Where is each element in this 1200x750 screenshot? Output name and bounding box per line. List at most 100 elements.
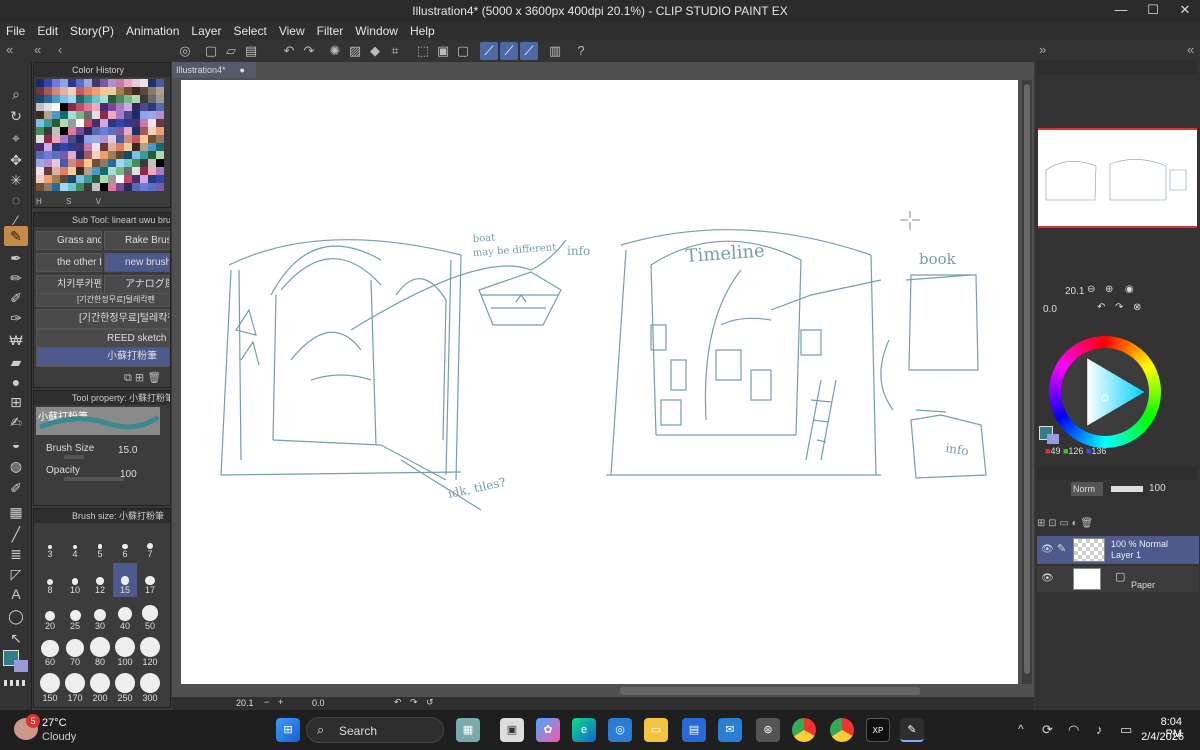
- color-history-swatch[interactable]: [84, 183, 92, 191]
- outlook-icon[interactable]: ✉: [718, 718, 742, 742]
- sync-icon[interactable]: ⟳: [1042, 722, 1053, 738]
- menu-window[interactable]: Window: [349, 22, 404, 40]
- color-history-swatch[interactable]: [68, 175, 76, 183]
- color-history-swatch[interactable]: [84, 167, 92, 175]
- brush-size-value[interactable]: 15.0: [118, 445, 137, 456]
- color-history-swatch[interactable]: [124, 175, 132, 183]
- color-history-swatch[interactable]: [76, 183, 84, 191]
- chevron-up-icon[interactable]: ^: [1018, 722, 1024, 736]
- visibility-eye-icon[interactable]: 👁: [1041, 573, 1054, 584]
- color-history-swatch[interactable]: [36, 143, 44, 151]
- color-history-swatch[interactable]: [132, 119, 140, 127]
- color-history-swatch[interactable]: [100, 79, 108, 87]
- add-icon[interactable]: ⊞: [135, 372, 144, 384]
- color-history-swatch[interactable]: [44, 95, 52, 103]
- color-history-swatch[interactable]: [132, 135, 140, 143]
- clip-studio-icon[interactable]: ◎: [176, 42, 194, 60]
- navigator-rotate-right-icon[interactable]: ↷: [1115, 302, 1123, 313]
- brush-list-item[interactable]: [기간한정무료]털레칵펜: [36, 293, 170, 307]
- navigator-zoom-out-icon[interactable]: ⊖: [1087, 284, 1095, 295]
- clear-icon[interactable]: ▨: [346, 42, 364, 60]
- color-history-swatch[interactable]: [68, 151, 76, 159]
- close-button[interactable]: ✕: [1172, 2, 1198, 20]
- color-history-swatch[interactable]: [124, 87, 132, 95]
- color-history-swatch[interactable]: [52, 119, 60, 127]
- color-history-swatch[interactable]: [84, 87, 92, 95]
- menu-edit[interactable]: Edit: [31, 22, 64, 40]
- move-icon[interactable]: ✥: [4, 150, 28, 170]
- color-history-swatch[interactable]: [108, 119, 116, 127]
- brush-size-option[interactable]: 60: [38, 635, 62, 669]
- color-history-swatch[interactable]: [52, 167, 60, 175]
- color-history-swatch[interactable]: [44, 103, 52, 111]
- special-ruler-snap-icon[interactable]: ⟋: [500, 42, 518, 60]
- collapse-right-icon[interactable]: »: [1039, 42, 1046, 57]
- color-history-swatch[interactable]: [156, 95, 164, 103]
- color-history-swatch[interactable]: [52, 159, 60, 167]
- color-history-swatch[interactable]: [156, 111, 164, 119]
- color-history-swatch[interactable]: [156, 87, 164, 95]
- brush-size-option[interactable]: 50: [138, 599, 162, 633]
- color-history-swatch[interactable]: [84, 79, 92, 87]
- color-history-swatch[interactable]: [44, 167, 52, 175]
- color-history-swatch[interactable]: [116, 175, 124, 183]
- color-history-swatch[interactable]: [84, 143, 92, 151]
- menu-view[interactable]: View: [273, 22, 311, 40]
- new-vector-layer-icon[interactable]: ⊡: [1048, 518, 1056, 529]
- navigator-fit-icon[interactable]: ◉: [1125, 284, 1134, 295]
- color-history-swatch[interactable]: [140, 95, 148, 103]
- color-picker-icon[interactable]: ✐: [4, 478, 28, 498]
- clock-date[interactable]: 2/4/2026: [1134, 731, 1184, 743]
- navigator-preview[interactable]: [1038, 128, 1197, 228]
- color-history-swatch[interactable]: [84, 111, 92, 119]
- xp-pen-icon[interactable]: XP: [866, 718, 890, 742]
- color-history-swatch[interactable]: [156, 183, 164, 191]
- color-history-swatch[interactable]: [148, 103, 156, 111]
- color-history-swatch[interactable]: [92, 103, 100, 111]
- gradient-icon[interactable]: ◍: [4, 456, 28, 476]
- brush-analog[interactable]: アナログ風...: [104, 275, 170, 294]
- color-history-swatch[interactable]: [124, 183, 132, 191]
- color-history-swatch[interactable]: [52, 135, 60, 143]
- rotate-icon[interactable]: ↻: [4, 106, 28, 126]
- opacity-slider[interactable]: [64, 477, 124, 481]
- brush-size-option[interactable]: 8: [38, 563, 62, 597]
- brush-size-option[interactable]: 12: [88, 563, 112, 597]
- color-history-swatch[interactable]: [76, 151, 84, 159]
- status-zoom-value[interactable]: 20.1: [236, 698, 254, 708]
- color-history-swatch[interactable]: [148, 175, 156, 183]
- color-history-swatch[interactable]: [100, 103, 108, 111]
- color-history-swatch[interactable]: [92, 159, 100, 167]
- color-history-swatch[interactable]: [140, 175, 148, 183]
- color-history-swatch[interactable]: [140, 143, 148, 151]
- color-history-swatch[interactable]: [76, 159, 84, 167]
- navigator-angle-value[interactable]: 0.0: [1043, 304, 1057, 315]
- clip-studio-taskbar-icon[interactable]: ✎: [900, 718, 924, 742]
- brush-size-option[interactable]: 7: [138, 527, 162, 561]
- color-history-swatch[interactable]: [92, 119, 100, 127]
- reference-icon[interactable]: ▥: [546, 42, 564, 60]
- color-history-swatch[interactable]: [148, 151, 156, 159]
- color-history-swatch[interactable]: [116, 135, 124, 143]
- deselect-icon[interactable]: ⬚: [414, 42, 432, 60]
- horizontal-scrollbar[interactable]: [620, 687, 920, 695]
- sub-color-mini[interactable]: [1047, 434, 1059, 444]
- color-history-swatch[interactable]: [116, 79, 124, 87]
- color-history-swatch[interactable]: [92, 111, 100, 119]
- color-history-swatch[interactable]: [36, 79, 44, 87]
- redo-icon[interactable]: ↷: [300, 42, 318, 60]
- blend-icon[interactable]: ●: [4, 372, 28, 392]
- color-history-swatch[interactable]: [44, 79, 52, 87]
- gradient-fill-icon[interactable]: ▦: [4, 502, 28, 522]
- menu-layer[interactable]: Layer: [185, 22, 227, 40]
- color-history-swatch[interactable]: [36, 183, 44, 191]
- color-history-swatch[interactable]: [108, 143, 116, 151]
- invert-selection-icon[interactable]: ▣: [434, 42, 452, 60]
- color-history-swatch[interactable]: [92, 135, 100, 143]
- color-history-swatch[interactable]: [60, 127, 68, 135]
- open-folder-icon[interactable]: ▱: [222, 42, 240, 60]
- brush-tool-icon[interactable]: ✎: [4, 226, 28, 246]
- color-history-swatch[interactable]: [36, 135, 44, 143]
- pencil-icon[interactable]: ✏: [4, 268, 28, 288]
- brush-size-option[interactable]: 3: [38, 527, 62, 561]
